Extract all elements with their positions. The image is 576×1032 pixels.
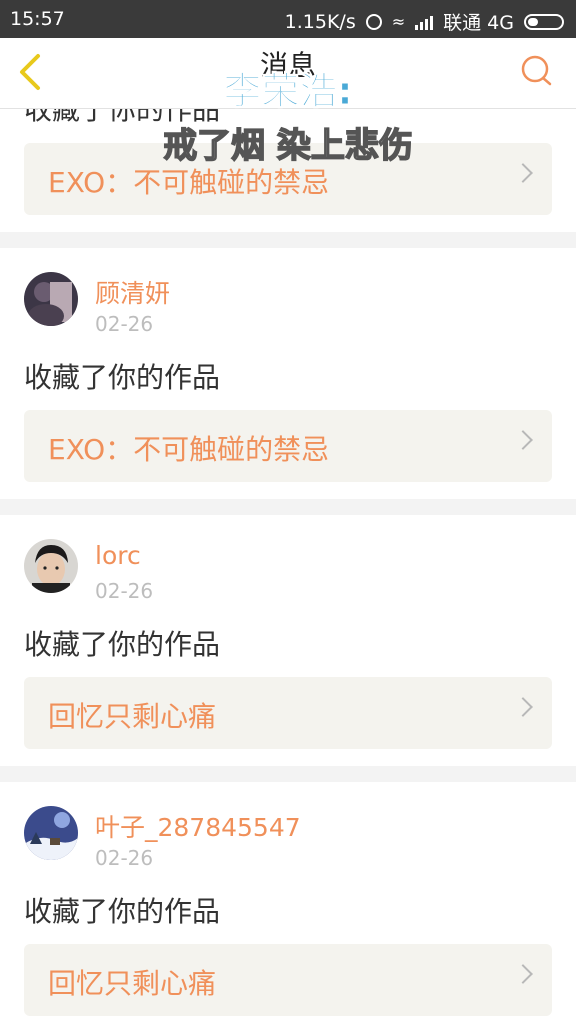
avatar[interactable] bbox=[24, 272, 78, 326]
avatar[interactable] bbox=[24, 806, 78, 860]
wifi-icon: ≈ bbox=[391, 12, 406, 31]
battery-icon bbox=[524, 13, 564, 30]
date: 02-26 bbox=[95, 579, 154, 603]
section-divider bbox=[0, 499, 576, 515]
date: 02-26 bbox=[95, 846, 154, 870]
work-card[interactable]: 回忆只剩心痛 bbox=[24, 944, 552, 1016]
status-bar: 15:57 1.15K/s ≈ 联通 4G bbox=[0, 0, 576, 38]
chevron-right-icon bbox=[513, 430, 533, 450]
username[interactable]: 叶子_287845547 bbox=[95, 808, 301, 844]
work-title: EXO：不可触碰的禁忌 bbox=[48, 433, 330, 466]
status-indicators: 1.15K/s ≈ 联通 4G bbox=[285, 8, 564, 35]
work-title: 回忆只剩心痛 bbox=[48, 967, 217, 1000]
list-item: 顾清妍 02-26 收藏了你的作品 EXO：不可触碰的禁忌 bbox=[0, 248, 576, 498]
username[interactable]: 顾清妍 bbox=[95, 274, 170, 310]
avatar-dark-photo bbox=[24, 272, 78, 326]
action-text: 收藏了你的作品 bbox=[24, 895, 221, 928]
carrier-label: 联通 4G bbox=[443, 12, 514, 34]
section-divider bbox=[0, 232, 576, 248]
chevron-right-icon bbox=[513, 964, 533, 984]
overlay-lyric-line: 戒了烟 染上悲伤 bbox=[162, 125, 413, 167]
avatar-portrait bbox=[24, 539, 78, 593]
avatar[interactable] bbox=[24, 539, 78, 593]
avatar-snow-scene bbox=[24, 806, 78, 860]
alarm-icon bbox=[365, 13, 382, 30]
status-time: 15:57 bbox=[10, 8, 65, 30]
chevron-right-icon bbox=[513, 697, 533, 717]
network-speed: 1.15K/s bbox=[284, 10, 356, 33]
action-text: 收藏了你的作品 bbox=[24, 361, 221, 394]
list-item: lorc 02-26 收藏了你的作品 回忆只剩心痛 bbox=[0, 515, 576, 765]
work-card[interactable]: 回忆只剩心痛 bbox=[24, 677, 552, 749]
work-title: EXO：不可触碰的禁忌 bbox=[48, 166, 330, 199]
section-divider bbox=[0, 766, 576, 782]
username[interactable]: lorc bbox=[95, 541, 141, 570]
overlay-lyric-singer: 李荣浩: bbox=[223, 69, 353, 114]
date: 02-26 bbox=[95, 312, 154, 336]
work-card[interactable]: EXO：不可触碰的禁忌 bbox=[24, 410, 552, 482]
list-item: 叶子_287845547 02-26 收藏了你的作品 回忆只剩心痛 bbox=[0, 782, 576, 1032]
work-title: 回忆只剩心痛 bbox=[48, 700, 217, 733]
signal-icon bbox=[415, 14, 434, 30]
action-text: 收藏了你的作品 bbox=[24, 628, 221, 661]
